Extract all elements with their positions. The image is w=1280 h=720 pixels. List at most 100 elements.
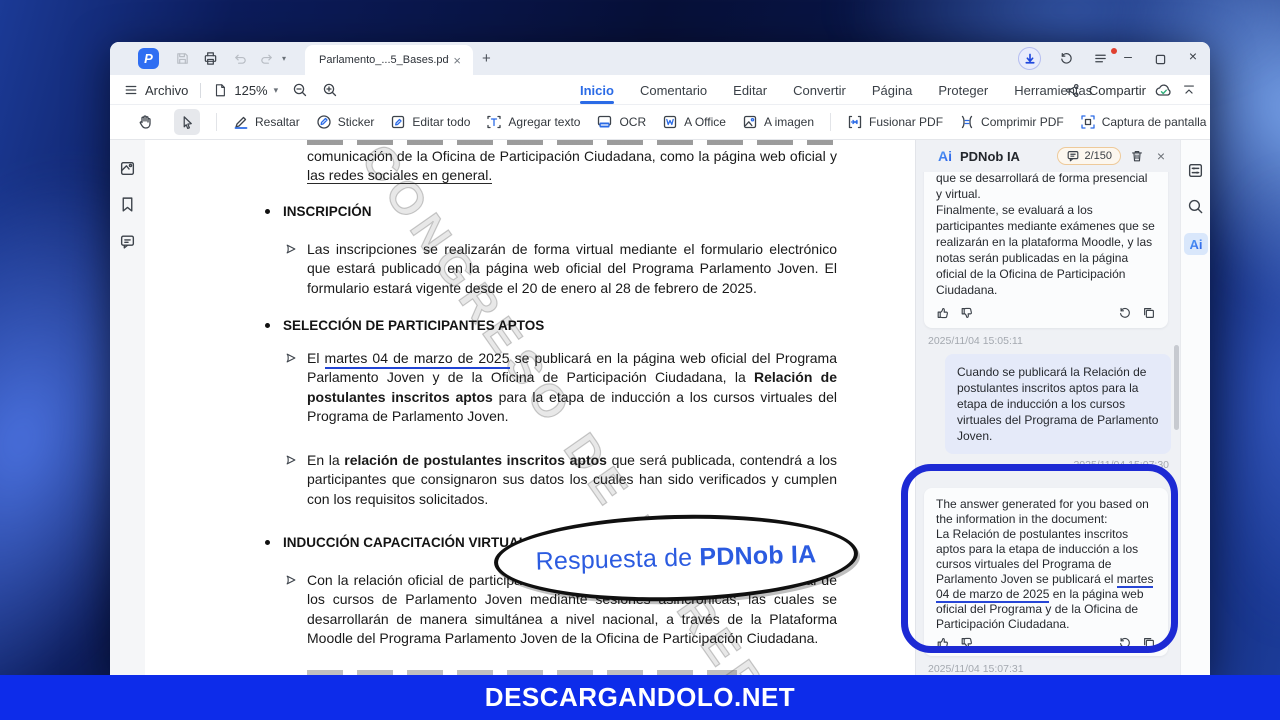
cloud-sync-icon[interactable]: [1155, 83, 1173, 98]
usage-badge: 2/150: [1057, 147, 1121, 165]
arrow-bullet-icon: [285, 352, 297, 364]
menu-icon[interactable]: [1092, 50, 1109, 67]
app-logo-icon[interactable]: P: [138, 48, 159, 69]
user-message-text: Cuando se publicará la Relación de postu…: [957, 364, 1159, 444]
tab-close-icon[interactable]: ×: [449, 52, 465, 69]
archivo-menu[interactable]: Archivo: [145, 83, 188, 98]
timestamp: 2025/11/04 15:05:11: [928, 335, 1023, 347]
pdf-page[interactable]: CONGRESO DE LA REPUBLICA comunicación de…: [145, 140, 915, 676]
comprimir-pdf-label: Comprimir PDF: [981, 115, 1064, 129]
a-office-label: A Office: [684, 115, 726, 129]
regenerate-icon[interactable]: [1118, 306, 1132, 320]
sticker-label: Sticker: [338, 115, 375, 129]
heading-induccion: INDUCCIÓN CAPACITACIÓN VIRTUAL: [265, 535, 527, 550]
collapse-ribbon-icon[interactable]: [1182, 83, 1196, 97]
paragraph-text: En la relación de postulantes inscritos …: [307, 451, 837, 509]
ai-assistant-icon[interactable]: Ai: [1184, 233, 1208, 255]
editar-todo-label: Editar todo: [412, 115, 470, 129]
file-zoom-group: Archivo 125% ▾: [124, 75, 338, 105]
undo-icon[interactable]: [232, 50, 249, 67]
ocr-button[interactable]: OCR: [596, 114, 646, 130]
ai-message: que se desarrollará de forma presencial …: [924, 172, 1168, 328]
tab-inicio[interactable]: Inicio: [580, 75, 614, 105]
search-icon[interactable]: [1187, 198, 1205, 216]
page-icon[interactable]: [213, 83, 227, 98]
callout-label: Respuesta de PDNob IA: [535, 540, 816, 576]
resaltar-button[interactable]: Resaltar: [233, 114, 300, 130]
thumbnails-icon[interactable]: [119, 160, 136, 177]
new-tab-icon[interactable]: +: [482, 50, 491, 67]
trash-icon[interactable]: [1129, 148, 1145, 164]
bookmark-icon[interactable]: [119, 196, 136, 213]
paragraph-text: El: [307, 350, 325, 366]
fusionar-pdf-button[interactable]: Fusionar PDF: [847, 114, 943, 130]
zoom-in-icon[interactable]: [322, 82, 338, 98]
watermark-banner: DESCARGANDOLO.NET: [0, 675, 1280, 720]
document-tab[interactable]: Parlamento_...5_Bases.pdf ×: [305, 45, 473, 75]
callout-prefix: Respuesta de: [535, 543, 700, 575]
message-actions: [936, 306, 1156, 320]
tab-convertir[interactable]: Convertir: [793, 75, 846, 105]
panel-scrollbar[interactable]: [1174, 345, 1179, 430]
heading-text: INSCRIPCIÓN: [283, 204, 372, 219]
close-panel-icon[interactable]: ×: [1153, 148, 1169, 164]
hamburger-icon[interactable]: [124, 83, 138, 97]
compartir-button[interactable]: Compartir: [1089, 83, 1146, 98]
bullet-icon: [265, 323, 270, 328]
select-tool-icon[interactable]: [174, 109, 200, 135]
zoom-out-icon[interactable]: [292, 82, 308, 98]
thumbs-up-icon[interactable]: [936, 306, 950, 320]
save-icon[interactable]: [174, 50, 191, 67]
a-imagen-button[interactable]: A imagen: [742, 114, 814, 130]
download-icon[interactable]: [1018, 47, 1041, 70]
date-underlined: martes 04 de marzo de 2025: [325, 350, 510, 369]
print-icon[interactable]: [202, 50, 219, 67]
maximize-button[interactable]: [1152, 51, 1169, 68]
bold-text: relación de postulantes inscritos aptos: [344, 452, 607, 468]
heading-text: SELECCIÓN DE PARTICIPANTES APTOS: [283, 318, 544, 333]
clipped-text-line: [307, 140, 833, 145]
ai-logo-icon: Ai: [938, 148, 952, 164]
timestamp: 2025/11/04 15:07:31: [928, 663, 1024, 675]
pdf-editor-window: P ▾ Parlamento_...5_Bases.pdf × +: [110, 42, 1210, 676]
hand-tool-icon[interactable]: [132, 109, 158, 135]
paragraph-text: Las inscripciones se realizarán de forma…: [307, 240, 837, 298]
paragraph-text: En la: [307, 452, 344, 468]
share-icon[interactable]: [1065, 83, 1080, 98]
minimize-button[interactable]: –: [1117, 48, 1139, 64]
paragraph-comunicacion: comunicación de la Oficina de Participac…: [307, 147, 837, 186]
tab-comentario[interactable]: Comentario: [640, 75, 707, 105]
redo-icon[interactable]: [258, 50, 275, 67]
a-imagen-label: A imagen: [764, 115, 814, 129]
editar-todo-button[interactable]: Editar todo: [390, 114, 470, 130]
highlight-rectangle-annotation[interactable]: [901, 464, 1178, 653]
history-icon[interactable]: [1058, 50, 1075, 67]
chat-bubble-icon: [1066, 149, 1080, 163]
bullet-icon: [265, 209, 270, 214]
tab-editar[interactable]: Editar: [733, 75, 767, 105]
banner-text: DESCARGANDOLO.NET: [485, 682, 795, 713]
thumbs-down-icon[interactable]: [960, 306, 974, 320]
usage-count: 2/150: [1084, 150, 1112, 162]
a-office-button[interactable]: A Office: [662, 114, 726, 130]
properties-panel-icon[interactable]: [1187, 162, 1205, 180]
captura-pantalla-label: Captura de pantalla: [1102, 115, 1207, 129]
comment-icon[interactable]: [119, 233, 136, 250]
paragraph-relacion: En la relación de postulantes inscritos …: [285, 451, 837, 509]
user-message: Cuando se publicará la Relación de postu…: [945, 354, 1171, 454]
comprimir-pdf-button[interactable]: Comprimir PDF: [959, 114, 1064, 130]
captura-pantalla-button[interactable]: Captura de pantalla: [1080, 114, 1207, 130]
chevron-down-icon[interactable]: ▾: [282, 54, 286, 63]
tab-proteger[interactable]: Proteger: [938, 75, 988, 105]
zoom-caret-icon[interactable]: ▾: [274, 85, 279, 96]
copy-icon[interactable]: [1142, 306, 1156, 320]
underlined-text: las redes sociales en general.: [307, 167, 492, 184]
agregar-texto-button[interactable]: Agregar texto: [486, 114, 580, 130]
sticker-button[interactable]: Sticker: [316, 114, 375, 130]
close-button[interactable]: ×: [1182, 48, 1204, 64]
ai-logo-text: Ai: [1190, 237, 1203, 252]
ai-panel-header: Ai PDNob IA 2/150 ×: [916, 140, 1181, 172]
divider: [216, 113, 217, 131]
zoom-level[interactable]: 125%: [234, 83, 267, 98]
tab-pagina[interactable]: Página: [872, 75, 912, 105]
